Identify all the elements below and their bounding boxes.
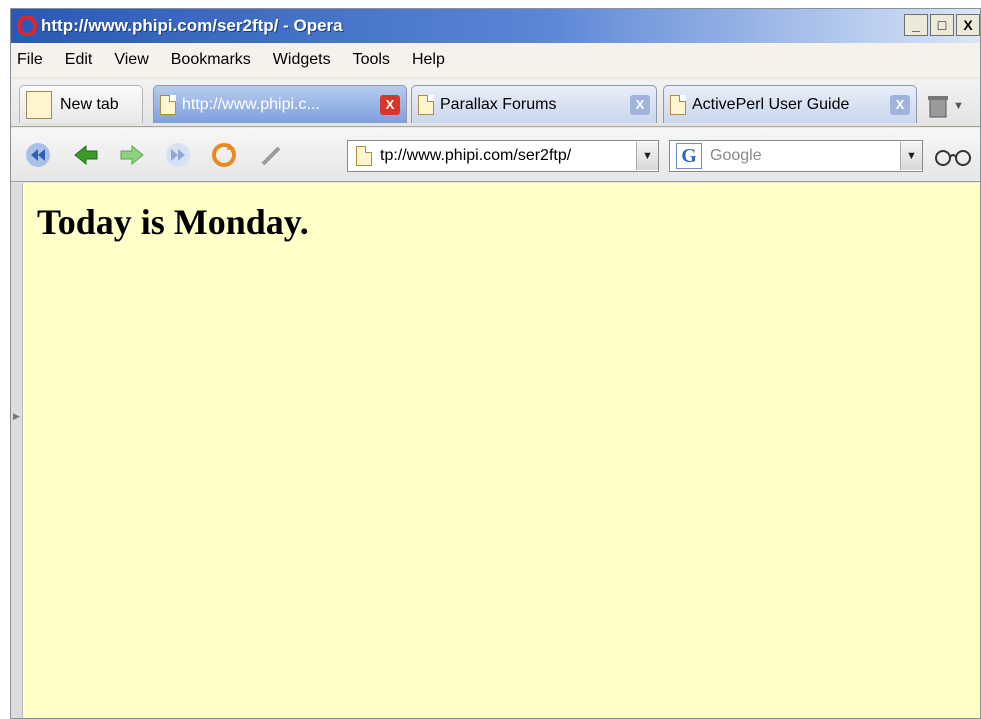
menu-bookmarks[interactable]: Bookmarks — [171, 51, 251, 69]
tab-activeperl-guide[interactable]: ActivePerl User Guide X — [663, 85, 917, 123]
forward-icon[interactable] — [115, 140, 149, 170]
tab-label: Parallax Forums — [440, 95, 557, 113]
rewind-icon[interactable] — [21, 140, 55, 170]
maximize-button[interactable]: □ — [930, 14, 954, 36]
google-icon[interactable]: G — [676, 143, 702, 169]
page-content: Today is Monday. — [23, 183, 980, 718]
tab-phipi[interactable]: http://www.phipi.c... X — [153, 85, 407, 123]
reload-icon[interactable] — [207, 140, 241, 170]
search-field[interactable]: G Google ▼ — [669, 140, 923, 172]
menu-widgets[interactable]: Widgets — [273, 51, 331, 69]
tab-bar: New tab http://www.phipi.c... X Parallax… — [11, 79, 980, 127]
glasses-icon[interactable] — [931, 142, 975, 170]
navigation-toolbar: tp://www.phipi.com/ser2ftp/ ▼ G Google ▼ — [11, 128, 980, 182]
address-text: tp://www.phipi.com/ser2ftp/ — [380, 147, 572, 164]
page-heading: Today is Monday. — [37, 202, 309, 242]
tab-close-icon[interactable]: X — [380, 94, 400, 115]
browser-window: http://www.phipi.com/ser2ftp/ - Opera _ … — [10, 8, 981, 719]
tab-close-icon[interactable]: X — [890, 94, 910, 115]
window-title: http://www.phipi.com/ser2ftp/ - Opera — [41, 16, 343, 35]
tab-label: http://www.phipi.c... — [182, 95, 320, 113]
tab-label: New tab — [60, 95, 119, 113]
document-icon — [670, 94, 686, 115]
window-controls: _ □ X — [904, 14, 980, 36]
back-icon[interactable] — [69, 140, 103, 170]
new-tab-icon — [26, 90, 52, 119]
chevron-down-icon[interactable]: ▼ — [953, 100, 964, 112]
expand-arrow-icon[interactable]: ▶ — [13, 411, 20, 422]
minimize-button[interactable]: _ — [904, 14, 928, 36]
menu-help[interactable]: Help — [412, 51, 445, 69]
title-bar[interactable]: http://www.phipi.com/ser2ftp/ - Opera _ … — [11, 9, 980, 43]
tab-label: ActivePerl User Guide — [692, 95, 850, 113]
address-field[interactable]: tp://www.phipi.com/ser2ftp/ ▼ — [347, 140, 659, 172]
menu-tools[interactable]: Tools — [353, 51, 390, 69]
tab-close-icon[interactable]: X — [630, 94, 650, 115]
search-placeholder: Google — [710, 147, 762, 164]
menu-view[interactable]: View — [114, 51, 148, 69]
edit-pen-icon[interactable] — [255, 140, 289, 170]
tab-parallax-forums[interactable]: Parallax Forums X — [411, 85, 657, 123]
document-icon — [356, 146, 372, 166]
address-dropdown-icon[interactable]: ▼ — [636, 142, 658, 170]
fast-forward-icon[interactable] — [161, 140, 195, 170]
close-button[interactable]: X — [956, 14, 980, 36]
side-panel-handle[interactable]: ▶ — [11, 183, 23, 718]
tab-new-tab[interactable]: New tab — [19, 85, 143, 123]
menu-edit[interactable]: Edit — [65, 51, 93, 69]
menu-file[interactable]: File — [17, 51, 43, 69]
document-icon — [160, 94, 176, 115]
opera-logo-icon — [15, 14, 39, 38]
search-dropdown-icon[interactable]: ▼ — [900, 142, 922, 170]
menu-bar: File Edit View Bookmarks Widgets Tools H… — [11, 43, 980, 77]
document-icon — [418, 94, 434, 115]
trash-icon[interactable]: ▼ — [927, 93, 967, 119]
